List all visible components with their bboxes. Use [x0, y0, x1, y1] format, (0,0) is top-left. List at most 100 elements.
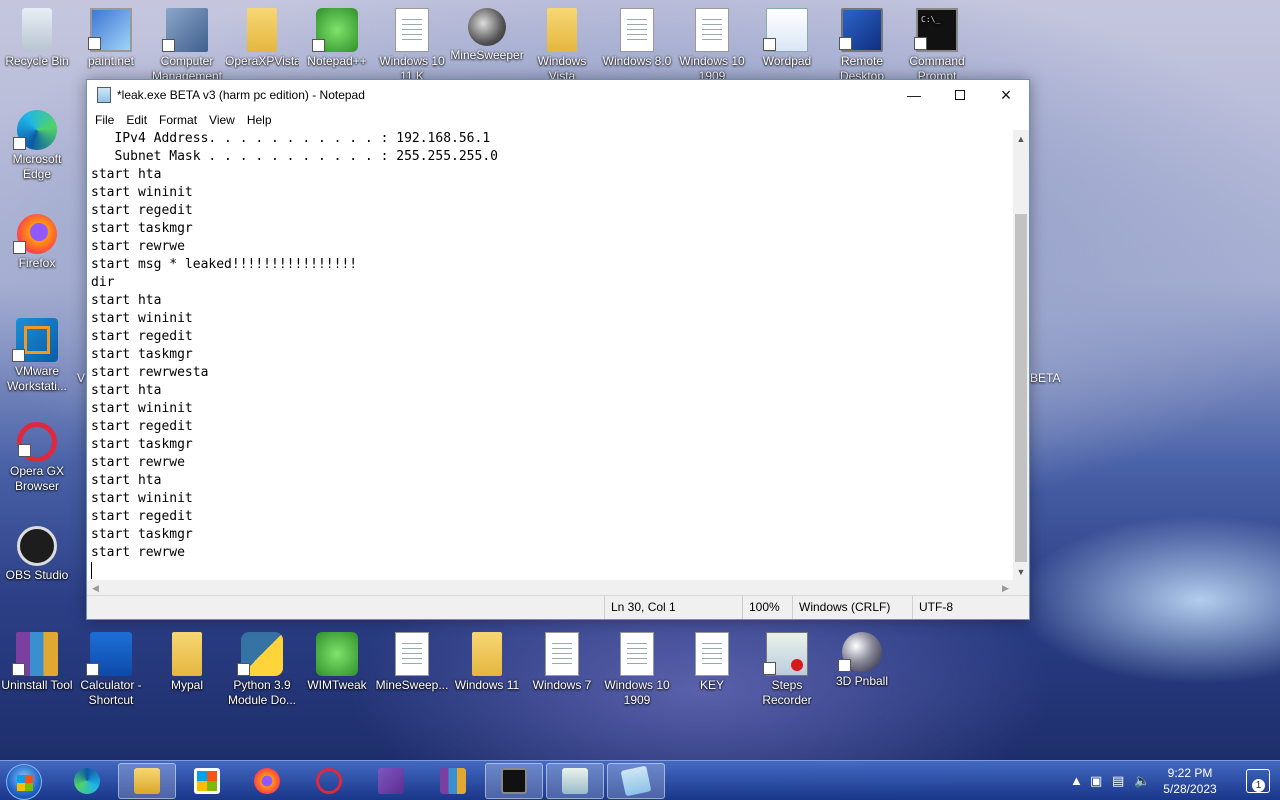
desktop-icon-3d-pinball[interactable]: 3D Pnball [825, 632, 899, 689]
pinball-icon [838, 632, 882, 672]
desktop-icon-obs-studio[interactable]: OBS Studio [0, 526, 74, 583]
desktop-icon-label: Calculator - Shortcut [80, 678, 142, 707]
minimize-button[interactable]: — [891, 80, 937, 110]
desktop-icon-calculator[interactable]: Calculator - Shortcut [74, 632, 148, 708]
desktop-icon-label: KEY [699, 678, 724, 692]
desktop-icon-label: Windows 11 [454, 678, 520, 692]
text-file-icon [695, 8, 729, 52]
system-tray: ▲ ▣ ▤ 🔈 9:22 PM 5/28/2023 1 [1060, 761, 1280, 800]
desktop-icon-label: Windows 10 1909 [604, 678, 670, 707]
desktop-icon-notepad-plus-plus[interactable]: Notepad++ [300, 8, 374, 69]
scrollbar-corner [1013, 580, 1029, 596]
taskbar-visual-studio[interactable] [362, 763, 420, 799]
scroll-down-icon[interactable]: ▼ [1013, 563, 1029, 580]
desktop-icon-microsoft-edge[interactable]: Microsoft Edge [0, 110, 74, 182]
partial-desktop-label: BETA [1030, 371, 1061, 385]
vertical-scrollbar[interactable]: ▲ ▼ [1013, 130, 1029, 580]
desktop-icon-computer-management[interactable]: Computer Management [150, 8, 224, 84]
start-button[interactable] [6, 764, 42, 800]
network-icon[interactable]: ▤ [1112, 773, 1124, 789]
edge-icon [13, 110, 57, 150]
folder-icon [547, 8, 577, 52]
desktop-icon-command-prompt[interactable]: Command Prompt [900, 8, 974, 84]
taskbar-store[interactable] [178, 763, 236, 799]
desktop-icon-wimtweak[interactable]: WIMTweak [300, 632, 374, 693]
desktop-icon-remote-desktop[interactable]: Remote Desktop [825, 8, 899, 84]
uninstall-tool-icon [12, 632, 58, 676]
desktop-icon-mypal[interactable]: Mypal [150, 632, 224, 693]
desktop-icon-label: Recycle Bin [5, 54, 69, 68]
notepad-window[interactable]: *leak.exe BETA v3 (harm pc edition) - No… [86, 79, 1030, 620]
desktop-icon-windows-11[interactable]: Windows 11 [450, 632, 524, 693]
meet-now-icon[interactable]: ▣ [1090, 773, 1102, 789]
desktop-icon-wordpad[interactable]: Wordpad [750, 8, 824, 69]
folder-icon [172, 632, 202, 676]
desktop-icon-uninstall-tool[interactable]: Uninstall Tool [0, 632, 74, 693]
desktop-icon-label: Notepad++ [307, 54, 367, 68]
maximize-button[interactable] [937, 80, 983, 110]
menu-view[interactable]: View [203, 113, 241, 127]
desktop-icon-vmware[interactable]: VMware Workstati... [0, 318, 74, 394]
obs-studio-icon [17, 526, 57, 566]
text-editor[interactable]: IPv4 Address. . . . . . . . . . . : 192.… [87, 130, 1014, 580]
close-button[interactable]: × [983, 80, 1029, 110]
maximize-icon [955, 90, 965, 100]
taskbar-firefox[interactable] [238, 763, 296, 799]
taskbar-edge[interactable] [58, 763, 116, 799]
desktop-icon-label: WIMTweak [307, 678, 367, 692]
show-hidden-icons-chevron-icon[interactable]: ▲ [1070, 773, 1083, 788]
scrollbar-thumb[interactable] [1015, 214, 1027, 562]
desktop-icon-paint-net[interactable]: paint.net [74, 8, 148, 69]
minesweeper-file-icon [395, 632, 429, 676]
desktop-icon-steps-recorder[interactable]: Steps Recorder [750, 632, 824, 708]
desktop-icon-windows-10-1909[interactable]: Windows 10 1909 [675, 8, 749, 84]
title-bar[interactable]: *leak.exe BETA v3 (harm pc edition) - No… [87, 80, 1029, 110]
desktop-icon-opera-gx[interactable]: Opera GX Browser [0, 422, 74, 494]
clock-time: 9:22 PM [1167, 766, 1213, 780]
desktop-icon-label: OBS Studio [5, 568, 69, 582]
taskbar-command-prompt[interactable] [485, 763, 543, 799]
desktop-icon-windows-7[interactable]: Windows 7 [525, 632, 599, 693]
desktop-icon-windows-10-11[interactable]: Windows 10 11 K [375, 8, 449, 84]
desktop-icon-windows-vista[interactable]: Windows Vista [525, 8, 599, 84]
taskbar-file-explorer[interactable] [118, 763, 176, 799]
menu-format[interactable]: Format [153, 113, 203, 127]
desktop-icon-operaxpvista[interactable]: OperaXPVista [225, 8, 299, 69]
desktop-icon-label: Python 3.9 Module Do... [227, 678, 297, 707]
horizontal-scrollbar[interactable]: ◀ ▶ [87, 580, 1014, 596]
desktop-icon-python-docs[interactable]: Python 3.9 Module Do... [225, 632, 299, 708]
menu-file[interactable]: File [89, 113, 120, 127]
folder-icon [134, 768, 160, 794]
desktop-icon-windows-10-1909-b[interactable]: Windows 10 1909 [600, 632, 674, 708]
desktop-icon-label: Microsoft Edge [12, 152, 62, 181]
menu-edit[interactable]: Edit [120, 113, 153, 127]
notepad-icon [620, 765, 652, 797]
desktop-icon-key[interactable]: KEY [675, 632, 749, 693]
wimtweak-icon [316, 632, 358, 676]
scroll-up-icon[interactable]: ▲ [1013, 130, 1029, 147]
desktop-icon-minesweeper-file[interactable]: MineSweep... [375, 632, 449, 693]
taskbar-notepad-secondary[interactable] [546, 763, 604, 799]
desktop-icon-minesweeper[interactable]: MineSweeper [450, 8, 524, 63]
scroll-right-icon[interactable]: ▶ [997, 583, 1014, 594]
text-file-icon [695, 632, 729, 676]
command-prompt-icon [914, 8, 958, 52]
desktop-icon-windows-8-0[interactable]: Windows 8.0 [600, 8, 674, 69]
clock[interactable]: 9:22 PM 5/28/2023 [1150, 765, 1230, 797]
desktop-icon-label: VMware Workstati... [7, 364, 67, 393]
desktop-icon-label: Steps Recorder [762, 678, 812, 707]
menu-help[interactable]: Help [241, 113, 278, 127]
volume-icon[interactable]: 🔈 [1134, 773, 1150, 789]
desktop-icon-recycle-bin[interactable]: Recycle Bin [0, 8, 74, 69]
folder-icon [472, 632, 502, 676]
notification-count-badge: 1 [1252, 779, 1265, 792]
taskbar-opera-gx[interactable] [300, 763, 358, 799]
taskbar-notepad[interactable] [607, 763, 665, 799]
status-line-ending: Windows (CRLF) [792, 596, 912, 619]
firefox-icon [13, 214, 57, 254]
notification-center-button[interactable]: 1 [1246, 769, 1270, 793]
desktop-icon-firefox[interactable]: Firefox [0, 214, 74, 271]
scroll-left-icon[interactable]: ◀ [87, 583, 104, 594]
taskbar-winrar[interactable] [424, 763, 482, 799]
desktop-icon-label: paint.net [87, 54, 135, 68]
